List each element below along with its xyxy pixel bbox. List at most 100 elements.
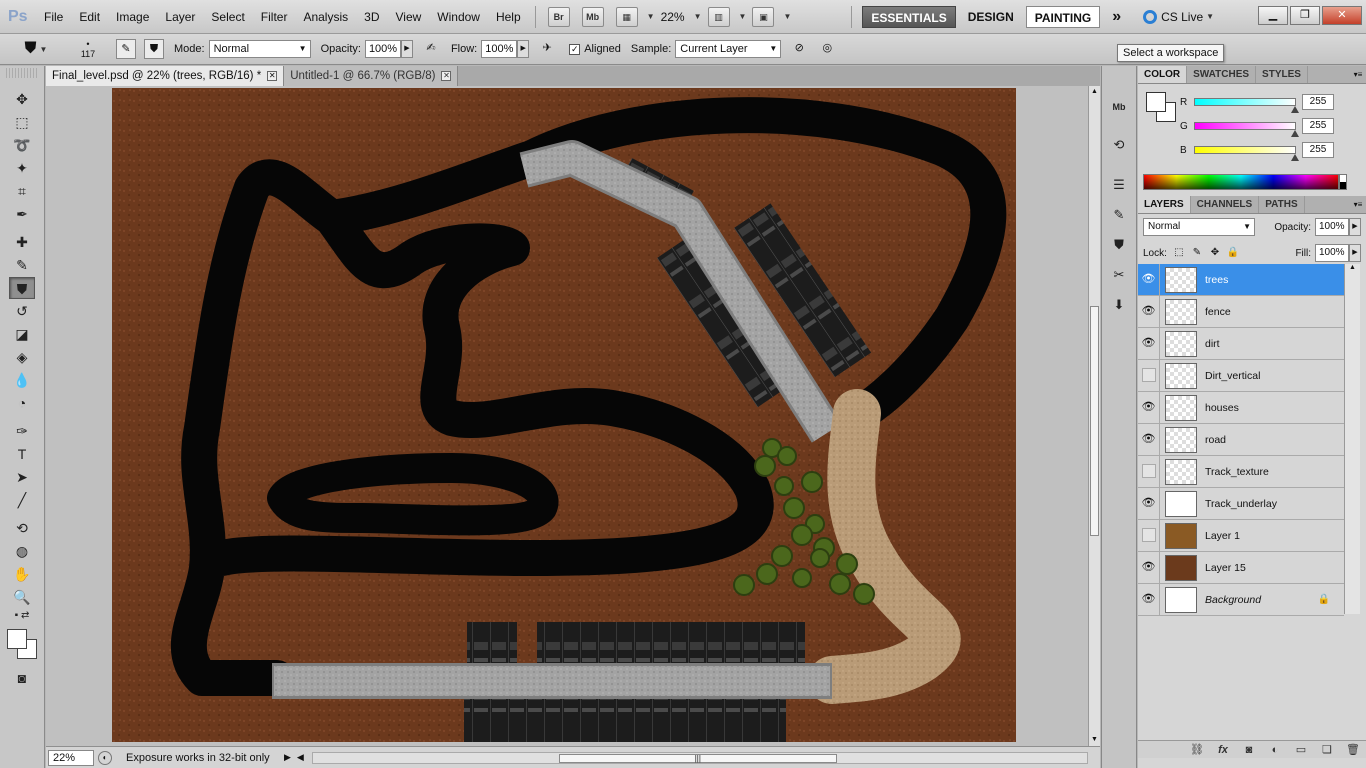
tab-styles[interactable]: STYLES [1256,66,1308,83]
close-icon[interactable]: ✕ [267,71,278,81]
swap-colors-icon[interactable]: ▪ ⇄ [9,609,35,623]
layers-scrollbar[interactable]: ▲ [1344,264,1360,614]
tool-presets-panel-icon[interactable]: ✂ [1107,264,1131,286]
zoom-tool-icon[interactable]: 🔍 [9,586,35,608]
link-layers-icon[interactable]: ⛓ [1184,743,1210,756]
menu-layer[interactable]: Layer [157,0,203,34]
scroll-down-icon[interactable]: ▼ [1089,734,1100,746]
chevron-down-icon[interactable]: ▼ [694,12,702,21]
menu-view[interactable]: View [387,0,429,34]
type-tool-icon[interactable]: T [9,443,35,465]
layer-row-trees[interactable]: 👁 trees [1138,264,1344,296]
blend-mode-select[interactable]: Normal [1143,218,1255,236]
menu-analysis[interactable]: Analysis [295,0,356,34]
close-icon[interactable]: ✕ [1322,6,1362,25]
delete-layer-icon[interactable]: 🗑 [1340,743,1366,756]
zoom-input[interactable]: 22% [48,749,94,766]
more-workspaces-button[interactable]: » [1104,6,1129,28]
lock-pixels-icon[interactable]: ✎ [1191,247,1203,259]
adjustment-layer-icon[interactable]: ◐ [1262,744,1288,756]
clone-stamp-tool-preset-icon[interactable]: ⛊ ▼ [16,37,56,61]
new-layer-icon[interactable]: ❏ [1314,743,1340,756]
pressure-size-icon[interactable]: ◎ [817,39,837,59]
pen-tool-icon[interactable]: ✑ [9,420,35,442]
layer-row-fence[interactable]: 👁 fence [1138,296,1344,328]
bridge-button[interactable]: Br [547,6,570,27]
visibility-toggle-hidden[interactable] [1138,456,1160,487]
red-slider[interactable] [1194,98,1299,113]
visibility-toggle-hidden[interactable] [1138,520,1160,551]
blue-slider[interactable] [1194,146,1299,161]
visibility-toggle-hidden[interactable] [1138,360,1160,391]
menu-filter[interactable]: Filter [253,0,296,34]
minimize-icon[interactable]: ▁ [1258,6,1288,25]
color-spectrum[interactable] [1143,174,1339,190]
vertical-scrollbar[interactable]: ▲ ▼ [1088,86,1100,746]
layer-row-dirt-vertical[interactable]: Dirt_vertical [1138,360,1344,392]
3d-orbit-tool-icon[interactable]: ◍ [9,540,35,562]
pressure-opacity-icon[interactable]: ✍ [421,39,441,59]
zoom-level-menu[interactable]: 22% [655,10,691,24]
layer-style-icon[interactable]: fx [1210,744,1236,756]
crop-tool-icon[interactable]: ⌗ [9,180,35,202]
fill-input[interactable]: 100% [1315,244,1349,262]
menu-select[interactable]: Select [203,0,252,34]
tab-swatches[interactable]: SWATCHES [1187,66,1257,83]
horizontal-scroll-thumb[interactable]: ||| [558,753,837,763]
scroll-up-icon[interactable]: ▲ [1345,264,1360,276]
eyedropper-tool-icon[interactable]: ✒ [9,203,35,225]
black-white-ramp[interactable] [1339,174,1347,190]
visibility-eye-icon[interactable]: 👁 [1138,584,1160,615]
visibility-eye-icon[interactable]: 👁 [1138,392,1160,423]
path-selection-tool-icon[interactable]: ➤ [9,466,35,488]
chevron-down-icon[interactable]: ▼ [739,12,747,21]
sample-select[interactable]: Current Layer [675,40,782,58]
new-group-icon[interactable]: ▭ [1288,743,1314,756]
line-tool-icon[interactable]: ╱ [9,489,35,511]
layer-row-track-texture[interactable]: Track_texture [1138,456,1344,488]
cs-live-menu[interactable]: CS Live ▼ [1143,9,1214,24]
green-input[interactable]: 255 [1302,118,1334,134]
screen-mode-icon[interactable]: ▣ [752,6,775,27]
history-brush-tool-icon[interactable]: ↺ [9,300,35,322]
visibility-eye-icon[interactable]: 👁 [1138,264,1160,295]
quick-mask-icon[interactable]: ◙ [9,667,35,689]
visibility-eye-icon[interactable]: 👁 [1138,328,1160,359]
extras-icon[interactable]: ▦ [615,6,638,27]
tab-untitled-1[interactable]: Untitled-1 @ 66.7% (RGB/8) ✕ [284,66,459,86]
visibility-eye-icon[interactable]: 👁 [1138,296,1160,327]
close-icon[interactable]: ✕ [441,71,452,81]
layer-row-road[interactable]: 👁 road [1138,424,1344,456]
tab-channels[interactable]: CHANNELS [1191,196,1260,213]
menu-window[interactable]: Window [429,0,488,34]
move-tool-icon[interactable]: ✥ [9,88,35,110]
visibility-eye-icon[interactable]: 👁 [1138,552,1160,583]
ignore-adjustment-layers-icon[interactable]: ⊘ [789,39,809,59]
minibridge-panel-icon[interactable]: Mb [1107,96,1131,118]
arrange-documents-icon[interactable]: ▥ [707,6,730,27]
red-input[interactable]: 255 [1302,94,1334,110]
panel-menu-icon[interactable]: ▾≡ [1350,196,1366,213]
dodge-tool-icon[interactable]: ◔ [9,392,35,414]
minibridge-button[interactable]: Mb [581,6,604,27]
lock-position-icon[interactable]: ✥ [1209,247,1221,259]
lock-transparency-icon[interactable]: ⬚ [1173,247,1185,259]
clone-stamp-tool-icon[interactable]: ⛊ [9,277,35,299]
scroll-up-icon[interactable]: ▲ [1089,86,1100,98]
brush-presets-panel-icon[interactable]: ☰ [1107,174,1131,196]
blur-tool-icon[interactable]: 💧 [9,369,35,391]
layer-row-background[interactable]: 👁 Background 🔒 [1138,584,1344,616]
chevron-down-icon[interactable]: ▼ [647,12,655,21]
menu-3d[interactable]: 3D [356,0,387,34]
paint-bucket-tool-icon[interactable]: ◈ [9,346,35,368]
layer-row-layer-1[interactable]: Layer 1 [1138,520,1344,552]
chevron-down-icon[interactable]: ▼ [783,12,791,21]
add-mask-icon[interactable]: ◙ [1236,744,1262,756]
menu-help[interactable]: Help [488,0,529,34]
tab-color[interactable]: COLOR [1138,66,1188,83]
workspace-design-button[interactable]: DESIGN [960,6,1022,28]
healing-brush-tool-icon[interactable]: ✚ [9,231,35,253]
layer-opacity-input[interactable]: 100% [1315,218,1349,236]
green-slider[interactable] [1194,122,1299,137]
flow-input[interactable]: 100% [481,40,518,58]
